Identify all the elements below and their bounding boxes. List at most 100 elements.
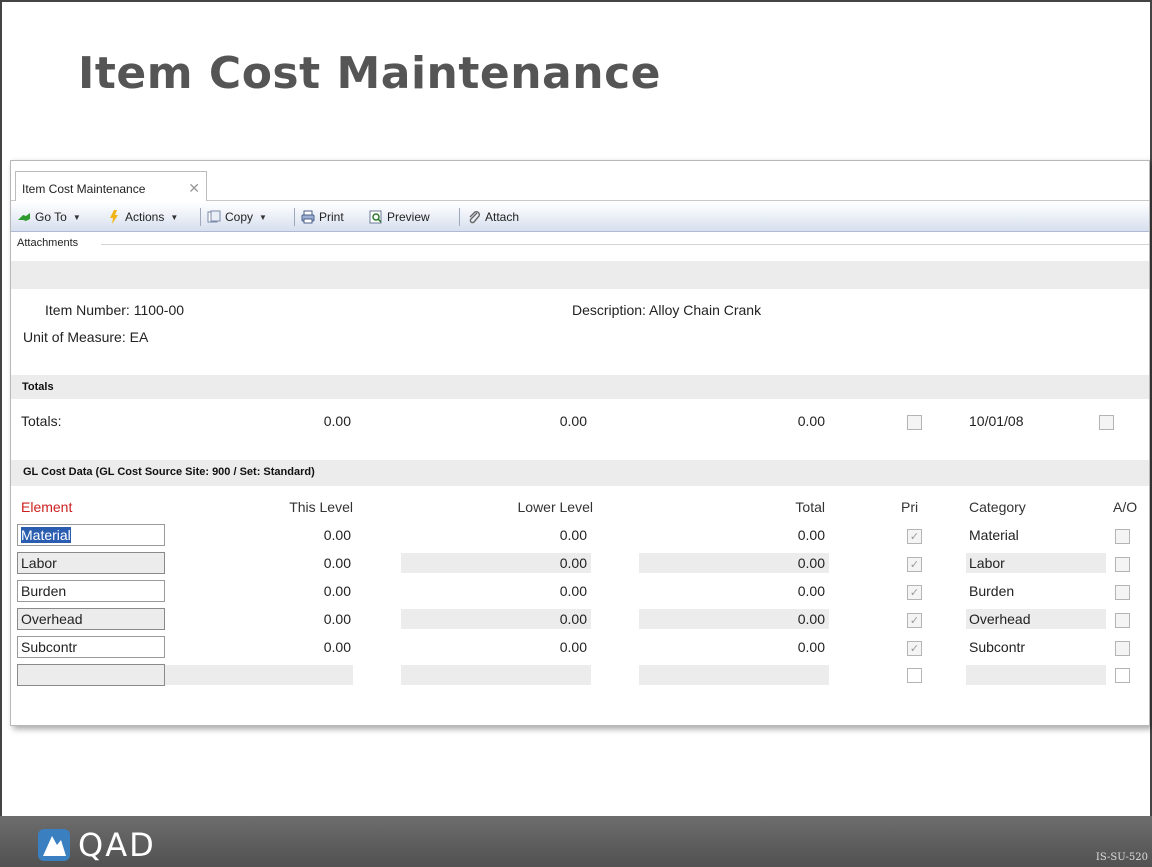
- totals-section-title: Totals: [22, 381, 54, 393]
- category-cell: Subcontr: [969, 639, 1026, 655]
- this-level-cell: 0.00: [323, 583, 351, 599]
- element-value: Labor: [21, 555, 57, 571]
- copy-label: Copy: [225, 210, 254, 224]
- print-button[interactable]: Print: [301, 209, 344, 225]
- category-cell: Burden: [969, 583, 1015, 599]
- element-field[interactable]: Overhead: [17, 608, 165, 630]
- column-header-lower-level: Lower Level: [517, 499, 594, 515]
- column-header-element: Element: [21, 499, 73, 515]
- ao-checkbox[interactable]: [1115, 641, 1130, 656]
- column-header-ao: A/O: [1113, 499, 1138, 515]
- slide-id: IS-SU-520: [1095, 852, 1148, 863]
- printer-icon: [301, 210, 315, 224]
- lower-level-cell: 0.00: [559, 639, 587, 655]
- this-level-cell: 0.00: [323, 527, 351, 543]
- toolbar-divider: [294, 208, 295, 226]
- lower-level-cell: 0.00: [559, 583, 587, 599]
- chevron-down-icon: ▼: [72, 212, 81, 222]
- tab-label: Item Cost Maintenance: [22, 182, 146, 196]
- element-field-empty[interactable]: [17, 664, 165, 686]
- totals-this-level: 0.00: [323, 413, 351, 429]
- column-header-this-level: This Level: [289, 499, 353, 515]
- element-field[interactable]: Burden: [17, 580, 165, 602]
- pri-checkbox[interactable]: ✓: [907, 557, 922, 572]
- element-value: Material: [21, 527, 71, 543]
- ao-checkbox[interactable]: [1115, 585, 1130, 600]
- item-number-value: 1100-00: [133, 302, 185, 318]
- goto-label: Go To: [35, 210, 67, 224]
- actions-button[interactable]: Actions ▼: [107, 209, 178, 225]
- description-label: Description:: [572, 302, 646, 318]
- pri-checkbox[interactable]: ✓: [907, 641, 922, 656]
- unit-of-measure-label: Unit of Measure:: [23, 329, 126, 345]
- lower-level-cell-empty[interactable]: [401, 665, 591, 685]
- column-header-pri: Pri: [901, 499, 919, 515]
- unit-of-measure-value: EA: [129, 329, 149, 345]
- element-field[interactable]: Labor: [17, 552, 165, 574]
- pri-checkbox[interactable]: ✓: [907, 585, 922, 600]
- ao-checkbox[interactable]: [1115, 557, 1130, 572]
- totals-ao-checkbox[interactable]: [1099, 415, 1114, 430]
- copy-icon: [207, 210, 221, 223]
- app-window: Item Cost Maintenance ✕ Go To ▼ Actions …: [10, 160, 1150, 726]
- paperclip-icon: [469, 211, 480, 224]
- column-header-total: Total: [795, 499, 825, 515]
- attachments-divider: [101, 244, 1149, 245]
- total-cell-empty[interactable]: [639, 665, 829, 685]
- qad-logo-text: QAD: [78, 826, 156, 864]
- totals-date: 10/01/08: [969, 413, 1024, 429]
- ao-checkbox[interactable]: [1115, 613, 1130, 628]
- this-level-cell: 0.00: [323, 639, 351, 655]
- header-band: [11, 261, 1149, 289]
- category-cell: Overhead: [969, 611, 1031, 627]
- totals-band: [11, 375, 1149, 399]
- pri-checkbox[interactable]: ✓: [907, 529, 922, 544]
- pri-checkbox-empty[interactable]: [907, 668, 922, 683]
- total-cell: 0.00: [797, 583, 825, 599]
- qad-logo: QAD: [38, 826, 156, 864]
- category-cell-empty[interactable]: [966, 665, 1106, 685]
- footer-bar: [0, 816, 1152, 867]
- pri-checkbox[interactable]: ✓: [907, 613, 922, 628]
- preview-label: Preview: [387, 210, 430, 224]
- attach-button[interactable]: Attach: [467, 209, 519, 225]
- category-cell: Labor: [969, 555, 1005, 571]
- this-level-cell-empty[interactable]: [165, 665, 353, 685]
- this-level-cell: 0.00: [323, 555, 351, 571]
- close-icon[interactable]: ✕: [188, 180, 200, 197]
- element-value: Overhead: [21, 611, 83, 627]
- chevron-down-icon: ▼: [170, 212, 179, 222]
- copy-button[interactable]: Copy ▼: [207, 209, 267, 225]
- lower-level-cell: 0.00: [559, 555, 587, 571]
- total-cell: 0.00: [797, 611, 825, 627]
- preview-button[interactable]: Preview: [369, 209, 430, 225]
- totals-lower-level: 0.00: [559, 413, 587, 429]
- ao-checkbox-empty[interactable]: [1115, 668, 1130, 683]
- element-value: Subcontr: [21, 639, 78, 655]
- print-label: Print: [319, 210, 344, 224]
- element-field[interactable]: Material: [17, 524, 165, 546]
- qad-logo-icon: [38, 829, 70, 861]
- gl-cost-section-title: GL Cost Data (GL Cost Source Site: 900 /…: [23, 466, 315, 478]
- ao-checkbox[interactable]: [1115, 529, 1130, 544]
- element-value: Burden: [21, 583, 67, 599]
- totals-total: 0.00: [797, 413, 825, 429]
- element-field[interactable]: Subcontr: [17, 636, 165, 658]
- totals-checkbox[interactable]: [907, 415, 922, 430]
- attach-label: Attach: [485, 210, 520, 224]
- unit-of-measure-field: Unit of Measure: EA: [23, 329, 148, 345]
- totals-row-label: Totals:: [21, 413, 62, 429]
- description-field: Description: Alloy Chain Crank: [572, 302, 761, 318]
- chevron-down-icon: ▼: [259, 212, 267, 222]
- tab-item-cost-maintenance[interactable]: Item Cost Maintenance ✕: [15, 171, 207, 201]
- item-number-label: Item Number:: [45, 302, 130, 318]
- toolbar-divider: [459, 208, 460, 226]
- goto-button[interactable]: Go To ▼: [17, 209, 81, 225]
- tab-bar: Item Cost Maintenance ✕: [11, 161, 1149, 201]
- lower-level-cell: 0.00: [559, 611, 587, 627]
- category-cell: Material: [969, 527, 1019, 543]
- total-cell: 0.00: [797, 555, 825, 571]
- attachments-section[interactable]: Attachments: [11, 235, 1149, 253]
- this-level-cell: 0.00: [323, 611, 351, 627]
- toolbar: Go To ▼ Actions ▼ Copy ▼ Print Preview A…: [11, 202, 1149, 232]
